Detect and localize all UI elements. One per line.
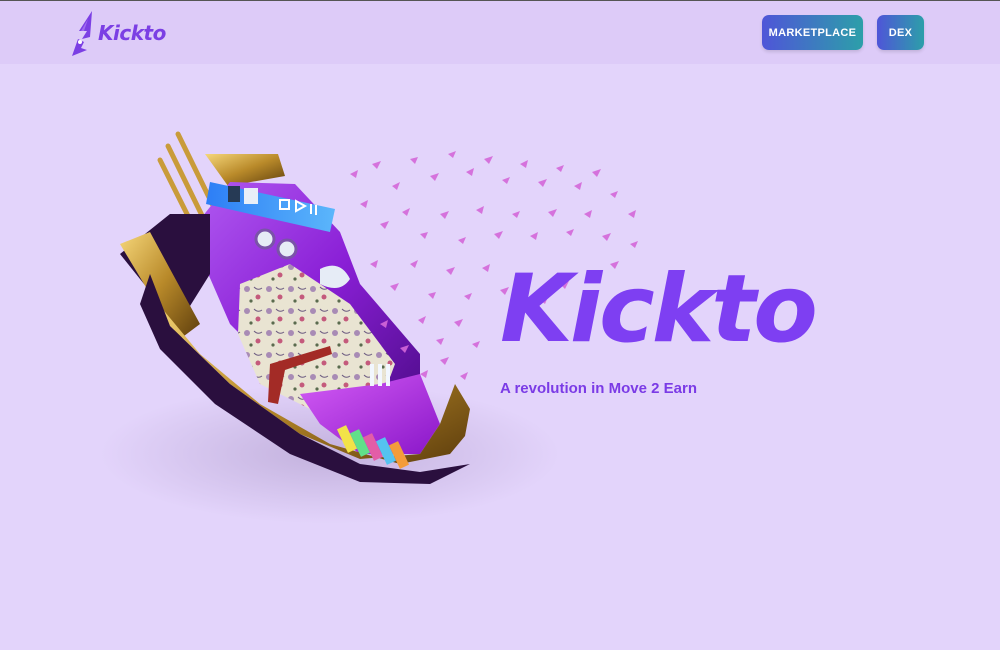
marketplace-button[interactable]: MARKETPLACE — [762, 15, 863, 50]
hero-title: Kickto — [500, 255, 818, 364]
brand-logo[interactable]: Kickto — [70, 9, 166, 57]
hero-subtitle: A revolution in Move 2 Earn — [500, 380, 697, 397]
dex-button[interactable]: DEX — [877, 15, 924, 50]
hero-section: Kickto A revolution in Move 2 Earn — [0, 64, 1000, 650]
logo-text: Kickto — [98, 21, 166, 45]
site-header: Kickto MARKETPLACE DEX — [0, 1, 1000, 64]
winged-foot-logo-icon — [72, 11, 92, 56]
